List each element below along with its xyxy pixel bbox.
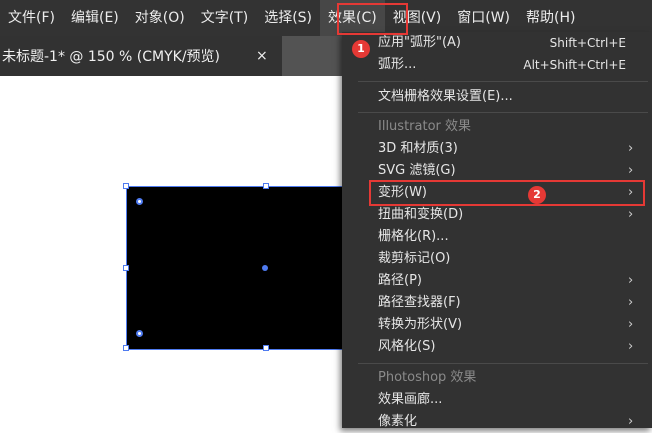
corner-widget-bottom-left[interactable]: [136, 330, 143, 337]
submenu-arrow-icon: ›: [628, 339, 634, 354]
menu-item-label: 扭曲和变换(D): [378, 207, 464, 222]
menu-item-label: 文档栅格效果设置(E)...: [378, 89, 513, 104]
highlight-box-effect-menu: [337, 3, 408, 35]
step-badge-1: 1: [352, 40, 370, 58]
menu-item-distort-transform[interactable]: 扭曲和变换(D) ›: [342, 204, 652, 226]
menu-item-shortcut: Alt+Shift+Ctrl+E: [523, 58, 626, 72]
center-point: [262, 265, 268, 271]
corner-widget-top-left[interactable]: [136, 198, 143, 205]
submenu-arrow-icon: ›: [628, 163, 634, 178]
menu-item-shortcut: Shift+Ctrl+E: [549, 36, 626, 50]
selection-handle-bottom-left[interactable]: [123, 345, 129, 351]
menu-item-rasterize[interactable]: 栅格化(R)...: [342, 226, 652, 248]
menu-item-label: 3D 和材质(3): [378, 141, 458, 156]
menu-item-pathfinder[interactable]: 路径查找器(F) ›: [342, 292, 652, 314]
menu-item-label: 裁剪标记(O): [378, 251, 451, 266]
menu-item-apply-arc[interactable]: 应用"弧形"(A) Shift+Ctrl+E: [342, 32, 652, 54]
submenu-arrow-icon: ›: [628, 141, 634, 156]
submenu-arrow-icon: ›: [628, 317, 634, 332]
menu-section-photoshop-effects: Photoshop 效果: [342, 367, 652, 389]
menu-item-label: SVG 滤镜(G): [378, 163, 456, 178]
menu-separator: [358, 81, 648, 82]
highlight-box-warp-item: [369, 180, 645, 206]
menu-bar: 文件(F) 编辑(E) 对象(O) 文字(T) 选择(S) 效果(C) 视图(V…: [0, 0, 652, 36]
menu-item-label: 栅格化(R)...: [378, 229, 449, 244]
menu-item-label: 路径(P): [378, 273, 422, 288]
menu-item-crop-marks[interactable]: 裁剪标记(O): [342, 248, 652, 270]
menu-item-label: 路径查找器(F): [378, 295, 461, 310]
menu-item-stylize[interactable]: 风格化(S) ›: [342, 336, 652, 358]
menu-item-effect-gallery[interactable]: 效果画廊...: [342, 389, 652, 411]
section-header: Photoshop 效果: [378, 370, 477, 385]
menu-separator: [358, 363, 648, 364]
menu-item-3d-materials[interactable]: 3D 和材质(3) ›: [342, 138, 652, 160]
selection-handle-bottom-center[interactable]: [263, 345, 269, 351]
submenu-arrow-icon: ›: [628, 295, 634, 310]
menu-item-convert-to-shape[interactable]: 转换为形状(V) ›: [342, 314, 652, 336]
menu-item-label: 应用"弧形"(A): [378, 35, 461, 50]
menu-item-label: 转换为形状(V): [378, 317, 463, 332]
menu-item-arc[interactable]: 弧形... Alt+Shift+Ctrl+E: [342, 54, 652, 76]
selection-handle-middle-left[interactable]: [123, 265, 129, 271]
step-badge-2: 2: [528, 186, 546, 204]
section-header: Illustrator 效果: [378, 119, 472, 134]
document-tab[interactable]: 未标题-1* @ 150 % (CMYK/预览) ×: [0, 36, 282, 76]
effect-menu-dropdown: 应用"弧形"(A) Shift+Ctrl+E 弧形... Alt+Shift+C…: [342, 32, 652, 429]
menu-item-label: 效果画廊...: [378, 392, 443, 407]
menu-item-label: 像素化: [378, 414, 418, 429]
submenu-arrow-icon: ›: [628, 273, 634, 288]
submenu-arrow-icon: ›: [628, 207, 634, 222]
menu-item-label: 风格化(S): [378, 339, 436, 354]
selection-handle-top-left[interactable]: [123, 183, 129, 189]
menu-select[interactable]: 选择(S): [256, 0, 320, 36]
selected-rectangle[interactable]: [126, 186, 358, 350]
selection-handle-top-center[interactable]: [263, 183, 269, 189]
menu-item-raster-settings[interactable]: 文档栅格效果设置(E)...: [342, 86, 652, 108]
menu-item-path[interactable]: 路径(P) ›: [342, 270, 652, 292]
menu-file[interactable]: 文件(F): [0, 0, 63, 36]
menu-window[interactable]: 窗口(W): [449, 0, 518, 36]
menu-edit[interactable]: 编辑(E): [63, 0, 127, 36]
menu-object[interactable]: 对象(O): [127, 0, 193, 36]
menu-item-pixelate[interactable]: 像素化 ›: [342, 411, 652, 433]
menu-separator: [358, 112, 648, 113]
submenu-arrow-icon: ›: [628, 414, 634, 429]
menu-type[interactable]: 文字(T): [193, 0, 256, 36]
menu-item-label: 弧形...: [378, 57, 417, 72]
menu-help[interactable]: 帮助(H): [518, 0, 583, 36]
close-tab-icon[interactable]: ×: [256, 36, 268, 76]
menu-section-illustrator-effects: Illustrator 效果: [342, 116, 652, 138]
menu-item-svg-filters[interactable]: SVG 滤镜(G) ›: [342, 160, 652, 182]
document-tab-title: 未标题-1* @ 150 % (CMYK/预览): [2, 49, 221, 65]
